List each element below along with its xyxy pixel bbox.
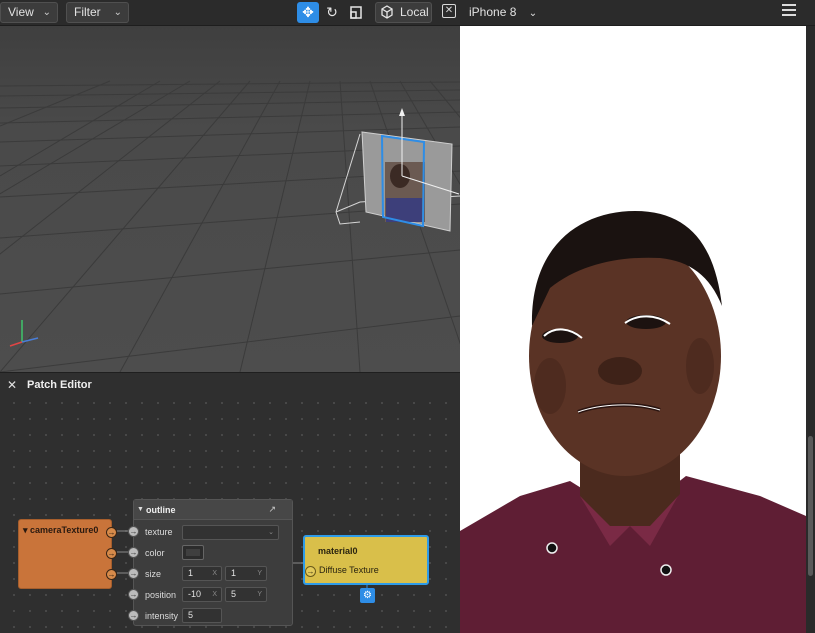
patch-editor-panel[interactable]: ✕ Patch Editor ▾ cameraTexture0 → → → ▼ … xyxy=(0,372,460,633)
hamburger-menu-icon[interactable] xyxy=(782,4,796,16)
intensity-value: 5 xyxy=(188,610,194,620)
size-x-field[interactable]: 1X xyxy=(182,566,222,581)
filter-dropdown[interactable]: Filter ⌄ xyxy=(66,2,129,23)
intensity-field[interactable]: 5 xyxy=(182,608,222,623)
collapse-triangle-icon[interactable]: ▼ xyxy=(137,506,144,513)
input-port[interactable]: → xyxy=(305,566,316,577)
local-space-button[interactable]: Local xyxy=(375,2,432,23)
x-axis-marker: X xyxy=(212,591,217,598)
view-dropdown[interactable]: View ⌄ xyxy=(0,2,58,23)
scene-viewport[interactable] xyxy=(0,26,460,372)
position-label: position xyxy=(145,590,177,600)
outline-node-header: ▼ outline ↗ xyxy=(134,500,292,520)
outline-node[interactable]: ▼ outline ↗ → texture ⌄ → color → size 1… xyxy=(128,499,293,626)
viewport-grid xyxy=(0,26,460,372)
local-label: Local xyxy=(400,5,429,19)
color-label: color xyxy=(145,548,165,558)
texture-field[interactable]: ⌄ xyxy=(182,525,279,540)
top-toolbar: View ⌄ Filter ⌄ ✥ ↻ Local ✕ iPhone 8 ⌄ xyxy=(0,0,815,26)
cube-icon xyxy=(380,3,394,27)
preview-image xyxy=(460,26,806,633)
simulator-preview[interactable] xyxy=(460,26,806,633)
color-swatch[interactable] xyxy=(182,545,204,560)
position-y-value: 5 xyxy=(231,589,237,599)
size-y-value: 1 xyxy=(231,568,237,578)
x-axis-marker: X xyxy=(212,570,217,577)
y-axis-marker: Y xyxy=(257,591,262,598)
view-dropdown-label: View xyxy=(8,5,34,19)
intensity-label: intensity xyxy=(145,611,179,621)
output-port[interactable]: → xyxy=(106,548,117,559)
input-port[interactable]: → xyxy=(128,547,139,558)
camera-texture-title: ▾ cameraTexture0 xyxy=(23,525,99,535)
input-port[interactable]: → xyxy=(128,610,139,621)
size-x-value: 1 xyxy=(188,568,194,578)
position-y-field[interactable]: 5Y xyxy=(225,587,267,602)
device-selector[interactable]: iPhone 8 ⌄ xyxy=(469,2,537,23)
device-icon[interactable]: ✕ xyxy=(442,4,456,18)
y-axis-marker: Y xyxy=(257,570,262,577)
scale-glyph xyxy=(350,6,362,19)
input-port[interactable]: → xyxy=(128,568,139,579)
output-port[interactable]: → xyxy=(106,527,117,538)
scale-icon[interactable] xyxy=(345,2,367,23)
move-icon[interactable]: ✥ xyxy=(297,2,319,23)
scrollbar-thumb[interactable] xyxy=(808,436,813,576)
position-x-value: -10 xyxy=(188,589,202,599)
position-x-field[interactable]: -10 X xyxy=(182,587,222,602)
chevron-down-icon: ⌄ xyxy=(268,529,274,536)
size-y-field[interactable]: 1Y xyxy=(225,566,267,581)
size-label: size xyxy=(145,569,162,579)
material-node[interactable]: material0 → Diffuse Texture xyxy=(303,535,429,585)
gear-icon[interactable]: ⚙ xyxy=(360,588,375,603)
input-port[interactable]: → xyxy=(128,589,139,600)
outline-node-title: outline xyxy=(146,505,176,515)
expand-icon[interactable]: ↗ xyxy=(268,504,276,515)
chevron-down-icon: ⌄ xyxy=(42,7,51,18)
preview-scrollbar[interactable] xyxy=(806,26,815,633)
texture-label: texture xyxy=(145,527,173,537)
rotate-icon[interactable]: ↻ xyxy=(321,2,343,23)
camera-texture-node[interactable]: ▾ cameraTexture0 → → → xyxy=(18,519,117,589)
chevron-down-icon: ⌄ xyxy=(113,7,122,18)
diffuse-texture-label: Diffuse Texture xyxy=(319,565,379,575)
app-root: View ⌄ Filter ⌄ ✥ ↻ Local ✕ iPhone 8 ⌄ ✕… xyxy=(0,0,815,633)
filter-dropdown-label: Filter xyxy=(74,5,101,19)
output-port[interactable]: → xyxy=(106,569,117,580)
material-node-title: material0 xyxy=(318,546,358,556)
camera-texture-name: cameraTexture0 xyxy=(30,525,99,535)
input-port[interactable]: → xyxy=(128,526,139,537)
device-label: iPhone 8 xyxy=(469,5,517,19)
chevron-down-icon: ⌄ xyxy=(528,8,538,19)
